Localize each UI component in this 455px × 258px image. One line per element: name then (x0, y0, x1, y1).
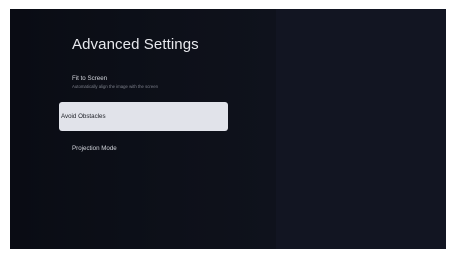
settings-menu-panel: Advanced Settings Fit to Screen Automati… (10, 9, 276, 249)
menu-item-label: Avoid Obstacles (61, 113, 106, 120)
page-title: Advanced Settings (72, 36, 199, 53)
tv-screen: Advanced Settings Fit to Screen Automati… (10, 9, 446, 249)
menu-item-label: Fit to Screen (72, 75, 108, 82)
detail-panel (276, 9, 446, 249)
menu-item-description: Automatically align the image with the s… (72, 84, 158, 89)
menu-item-projection-mode[interactable]: Projection Mode (60, 145, 227, 159)
menu-item-avoid-obstacles[interactable]: Avoid Obstacles (59, 102, 228, 131)
menu-item-label: Projection Mode (72, 145, 117, 152)
menu-item-fit-to-screen[interactable]: Fit to Screen Automatically align the im… (60, 75, 227, 99)
